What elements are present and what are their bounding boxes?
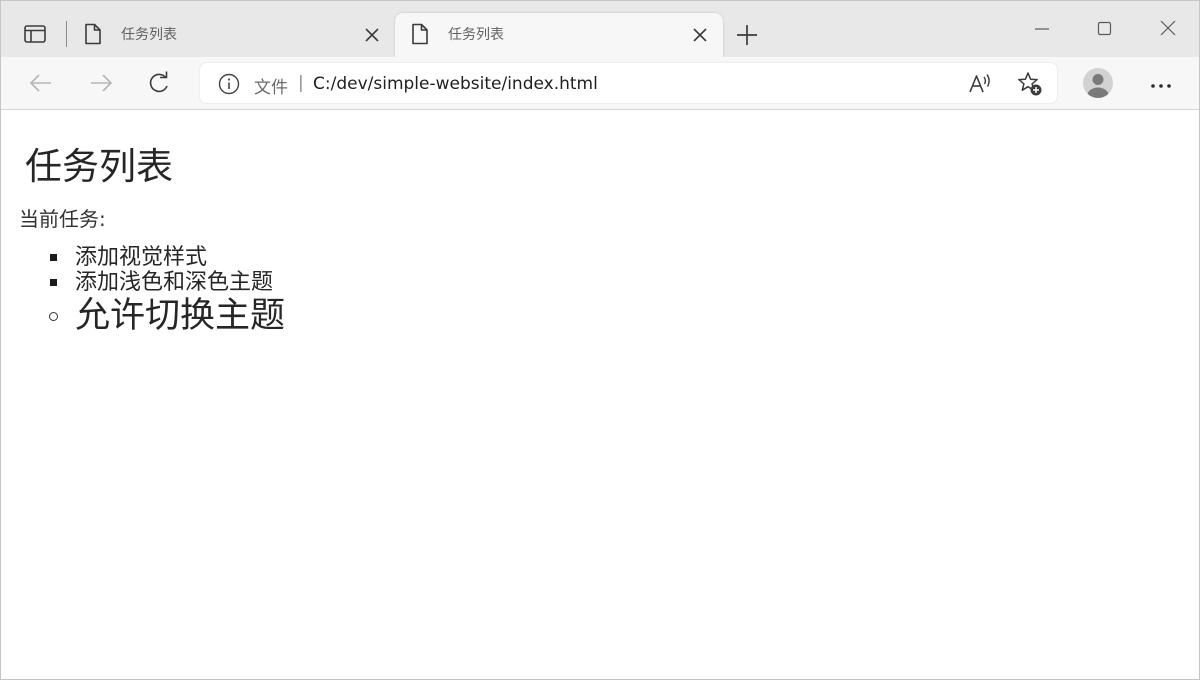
circle-bullet-icon [49, 312, 58, 321]
window-close-button[interactable] [1159, 19, 1177, 37]
page-title: 任务列表 [25, 145, 173, 188]
more-button[interactable] [1148, 77, 1174, 89]
add-favorite-icon[interactable] [1017, 71, 1043, 97]
task-text: 允许切换主题 [75, 296, 286, 336]
close-icon [1160, 20, 1176, 36]
tab-strip: 任务列表 任务列表 [1, 1, 1199, 57]
address-url[interactable]: C:/dev/simple-website/index.html [313, 74, 598, 94]
read-aloud-icon[interactable] [968, 72, 992, 96]
tab-actions-icon[interactable] [19, 22, 51, 46]
page-intro: 当前任务: [19, 207, 106, 231]
square-bullet-icon [50, 254, 57, 261]
task-text: 添加浅色和深色主题 [75, 270, 274, 295]
maximize-button[interactable] [1096, 19, 1114, 37]
page-icon [410, 23, 430, 45]
avatar-icon [1083, 68, 1113, 98]
address-separator: | [298, 73, 304, 93]
plus-icon [737, 25, 757, 45]
task-text: 添加视觉样式 [75, 245, 208, 270]
back-button[interactable] [28, 70, 54, 96]
arrow-right-icon [91, 74, 113, 92]
address-bar[interactable]: 文件 | C:/dev/simple-website/index.html [200, 63, 1057, 103]
refresh-button[interactable] [146, 70, 172, 96]
square-bullet-icon [50, 279, 57, 286]
close-icon[interactable] [692, 27, 708, 43]
maximize-icon [1097, 21, 1112, 36]
minimize-icon [1035, 28, 1049, 30]
profile-button[interactable] [1082, 67, 1114, 99]
tab-title: 任务列表 [448, 27, 504, 43]
address-scheme-label: 文件 [254, 78, 288, 98]
tab-inactive[interactable]: 任务列表 [71, 13, 393, 57]
page-content: 任务列表 当前任务: 添加视觉样式 添加浅色和深色主题 允许切换主题 [1, 110, 1199, 679]
tab-divider [66, 21, 67, 47]
refresh-icon [149, 71, 168, 93]
new-tab-button[interactable] [736, 24, 758, 46]
minimize-button[interactable] [1033, 19, 1051, 37]
browser-window: 任务列表 任务列表 文件 | C:/dev/simple-website/ind… [0, 0, 1200, 680]
browser-toolbar: 文件 | C:/dev/simple-website/index.html [1, 57, 1199, 110]
more-icon [1151, 84, 1171, 88]
page-icon [83, 23, 103, 45]
arrow-left-icon [29, 74, 51, 92]
tab-title: 任务列表 [121, 27, 177, 43]
info-icon[interactable] [218, 73, 240, 95]
forward-button[interactable] [88, 70, 114, 96]
close-icon[interactable] [364, 27, 380, 43]
tab-active[interactable]: 任务列表 [395, 13, 723, 57]
